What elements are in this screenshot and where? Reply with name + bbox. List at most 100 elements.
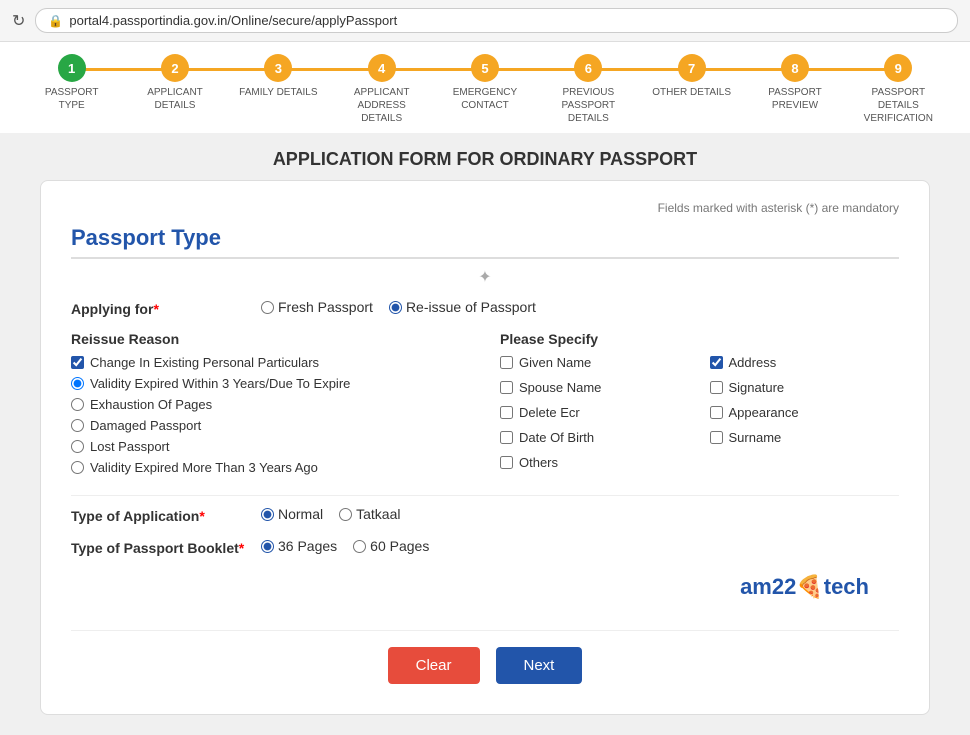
- page-title: APPLICATION FORM FOR ORDINARY PASSPORT: [0, 133, 970, 180]
- specify-spouse-name[interactable]: Spouse Name: [500, 380, 690, 395]
- radio-fresh-passport[interactable]: Fresh Passport: [261, 299, 373, 315]
- reissue-please-specify-section: Reissue Reason Change In Existing Person…: [71, 331, 899, 481]
- please-specify-title: Please Specify: [500, 331, 899, 347]
- reissue-validity-3yr[interactable]: Validity Expired Within 3 Years/Due To E…: [71, 376, 470, 391]
- type-of-application-row: Type of Application* Normal Tatkaal: [71, 506, 899, 524]
- reissue-damaged-label: Damaged Passport: [90, 418, 201, 433]
- step-9[interactable]: 9 PASSPORT DETAILS VERIFICATION: [847, 54, 950, 125]
- step-6[interactable]: 6 PREVIOUS PASSPORT DETAILS: [537, 54, 640, 125]
- step-label-4: APPLICANT ADDRESS DETAILS: [342, 86, 422, 125]
- reissue-change-existing[interactable]: Change In Existing Personal Particulars: [71, 355, 470, 370]
- radio-tatkaal-label: Tatkaal: [356, 506, 400, 522]
- section-icon: ✦: [71, 267, 899, 287]
- specify-address-label: Address: [729, 355, 777, 370]
- type-of-booklet-options: 36 Pages 60 Pages: [261, 538, 429, 554]
- brand-emoji: 🍕: [796, 574, 823, 599]
- specify-given-name-label: Given Name: [519, 355, 591, 370]
- section-title: Passport Type: [71, 225, 899, 259]
- specify-others[interactable]: Others: [500, 455, 690, 470]
- step-label-2: APPLICANT DETAILS: [135, 86, 215, 112]
- type-of-booklet-label: Type of Passport Booklet*: [71, 538, 251, 556]
- applying-for-row: Applying for* Fresh Passport Re-issue of…: [71, 299, 899, 317]
- clear-button[interactable]: Clear: [388, 647, 480, 684]
- divider-1: [71, 495, 899, 496]
- please-specify-grid: Given Name Address Spouse Name Signature: [500, 355, 899, 476]
- radio-36pages[interactable]: 36 Pages: [261, 538, 337, 554]
- step-circle-9: 9: [884, 54, 912, 82]
- step-8[interactable]: 8 PASSPORT PREVIEW: [743, 54, 846, 112]
- specify-delete-ecr-label: Delete Ecr: [519, 405, 580, 420]
- radio-60pages-label: 60 Pages: [370, 538, 429, 554]
- applying-for-label: Applying for*: [71, 299, 251, 317]
- specify-spouse-name-label: Spouse Name: [519, 380, 601, 395]
- browser-bar: ↻ 🔒 portal4.passportindia.gov.in/Online/…: [0, 0, 970, 42]
- reissue-lost[interactable]: Lost Passport: [71, 439, 470, 454]
- please-specify-col: Please Specify Given Name Address Spouse…: [500, 331, 899, 481]
- specify-surname[interactable]: Surname: [710, 430, 900, 445]
- radio-36pages-label: 36 Pages: [278, 538, 337, 554]
- step-label-1: PASSPORT TYPE: [32, 86, 112, 112]
- form-container: Fields marked with asterisk (*) are mand…: [40, 180, 930, 715]
- step-1[interactable]: 1 PASSPORT TYPE: [20, 54, 123, 112]
- reissue-validity-3yr-more[interactable]: Validity Expired More Than 3 Years Ago: [71, 460, 470, 475]
- specify-others-label: Others: [519, 455, 558, 470]
- reissue-change-label: Change In Existing Personal Particulars: [90, 355, 319, 370]
- reissue-validity-3yr-label: Validity Expired Within 3 Years/Due To E…: [90, 376, 350, 391]
- step-label-7: OTHER DETAILS: [652, 86, 731, 99]
- step-2[interactable]: 2 APPLICANT DETAILS: [123, 54, 226, 112]
- radio-reissue-label: Re-issue of Passport: [406, 299, 536, 315]
- url-text: portal4.passportindia.gov.in/Online/secu…: [69, 13, 397, 28]
- step-circle-1: 1: [58, 54, 86, 82]
- specify-address[interactable]: Address: [710, 355, 900, 370]
- next-button[interactable]: Next: [496, 647, 583, 684]
- step-label-8: PASSPORT PREVIEW: [755, 86, 835, 112]
- step-3[interactable]: 3 FAMILY DETAILS: [227, 54, 330, 99]
- radio-fresh-label: Fresh Passport: [278, 299, 373, 315]
- step-circle-4: 4: [368, 54, 396, 82]
- step-label-6: PREVIOUS PASSPORT DETAILS: [548, 86, 628, 125]
- steps-bar: 1 PASSPORT TYPE 2 APPLICANT DETAILS 3 FA…: [0, 42, 970, 133]
- step-circle-6: 6: [574, 54, 602, 82]
- reissue-exhaustion[interactable]: Exhaustion Of Pages: [71, 397, 470, 412]
- radio-normal-label: Normal: [278, 506, 323, 522]
- type-of-application-options: Normal Tatkaal: [261, 506, 400, 522]
- step-4[interactable]: 4 APPLICANT ADDRESS DETAILS: [330, 54, 433, 125]
- type-of-application-label: Type of Application*: [71, 506, 251, 524]
- step-5[interactable]: 5 EMERGENCY CONTACT: [433, 54, 536, 112]
- branding: am22🍕tech: [71, 570, 899, 610]
- form-content: Passport Type ✦ Applying for* Fresh Pass…: [71, 225, 899, 684]
- step-circle-5: 5: [471, 54, 499, 82]
- step-circle-7: 7: [678, 54, 706, 82]
- specify-signature-label: Signature: [729, 380, 785, 395]
- reissue-reason-col: Reissue Reason Change In Existing Person…: [71, 331, 470, 481]
- specify-appearance-label: Appearance: [729, 405, 799, 420]
- specify-delete-ecr[interactable]: Delete Ecr: [500, 405, 690, 420]
- url-bar[interactable]: 🔒 portal4.passportindia.gov.in/Online/se…: [35, 8, 958, 33]
- brand-text-blue: am22: [740, 574, 796, 599]
- mandatory-note: Fields marked with asterisk (*) are mand…: [71, 201, 899, 215]
- specify-dob-label: Date Of Birth: [519, 430, 594, 445]
- reissue-reason-title: Reissue Reason: [71, 331, 470, 347]
- specify-given-name[interactable]: Given Name: [500, 355, 690, 370]
- button-row: Clear Next: [71, 630, 899, 684]
- step-label-3: FAMILY DETAILS: [239, 86, 317, 99]
- refresh-icon[interactable]: ↻: [12, 11, 25, 31]
- step-circle-3: 3: [264, 54, 292, 82]
- brand-text-tech: tech: [824, 574, 869, 599]
- specify-surname-label: Surname: [729, 430, 782, 445]
- radio-reissue-passport[interactable]: Re-issue of Passport: [389, 299, 536, 315]
- specify-date-of-birth[interactable]: Date Of Birth: [500, 430, 690, 445]
- radio-60pages[interactable]: 60 Pages: [353, 538, 429, 554]
- specify-signature[interactable]: Signature: [710, 380, 900, 395]
- step-label-5: EMERGENCY CONTACT: [445, 86, 525, 112]
- type-of-booklet-row: Type of Passport Booklet* 36 Pages 60 Pa…: [71, 538, 899, 556]
- reissue-validity-more-label: Validity Expired More Than 3 Years Ago: [90, 460, 318, 475]
- applying-for-options: Fresh Passport Re-issue of Passport: [261, 299, 536, 315]
- radio-normal[interactable]: Normal: [261, 506, 323, 522]
- specify-appearance[interactable]: Appearance: [710, 405, 900, 420]
- step-circle-2: 2: [161, 54, 189, 82]
- reissue-exhaustion-label: Exhaustion Of Pages: [90, 397, 212, 412]
- step-7[interactable]: 7 OTHER DETAILS: [640, 54, 743, 99]
- radio-tatkaal[interactable]: Tatkaal: [339, 506, 400, 522]
- reissue-damaged[interactable]: Damaged Passport: [71, 418, 470, 433]
